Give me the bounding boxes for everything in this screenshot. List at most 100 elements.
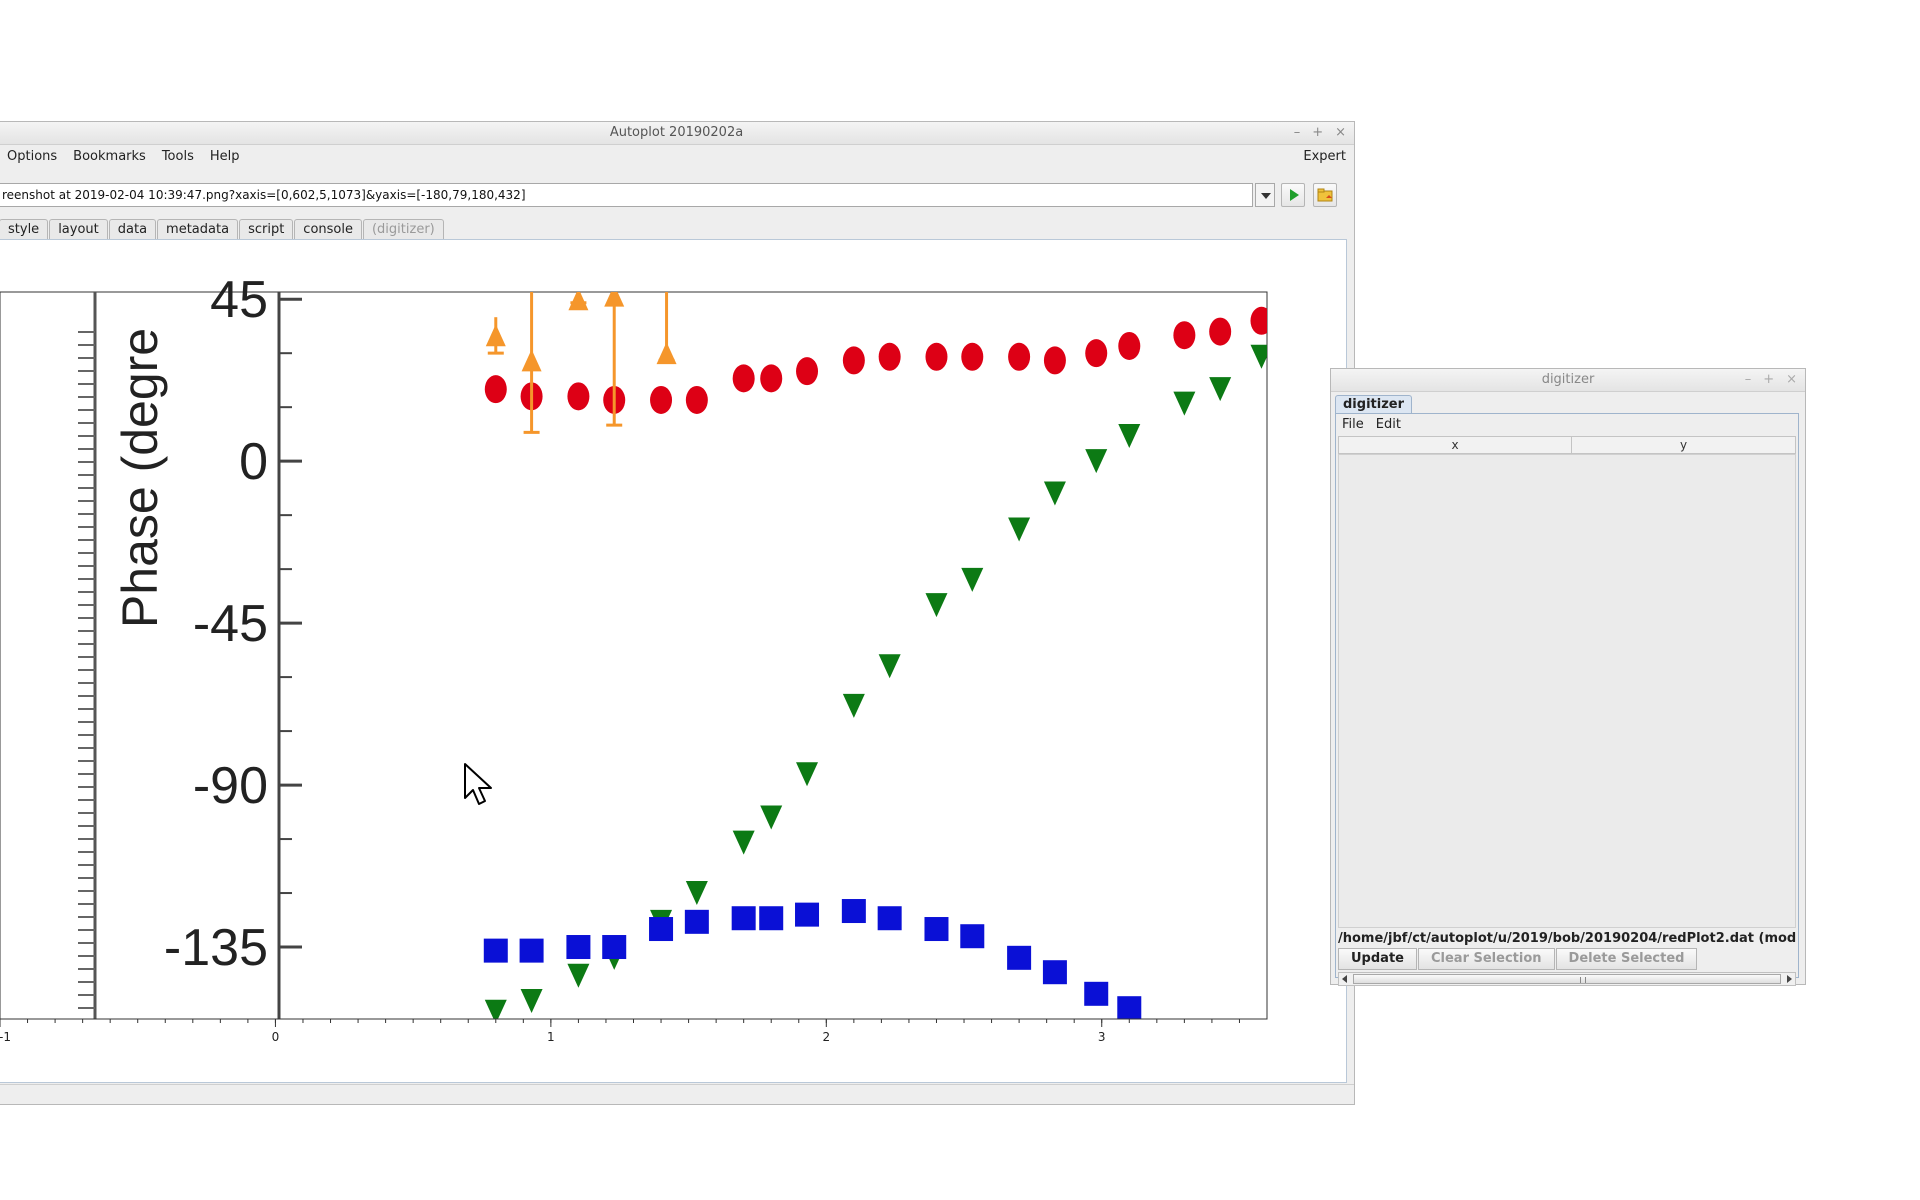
tab-digitizer[interactable]: (digitizer) (362, 219, 444, 239)
data-point (731, 906, 756, 931)
uri-input[interactable] (0, 183, 1253, 207)
minimize-button[interactable]: – (1294, 122, 1301, 144)
points-table[interactable] (1338, 454, 1796, 928)
table-header: x y (1338, 436, 1796, 454)
digitizer-menu-bar: File Edit (1336, 414, 1798, 434)
data-point (760, 364, 783, 393)
plot-frame (0, 291, 1268, 1020)
data-point (759, 906, 784, 931)
data-point (684, 909, 709, 934)
play-icon (1290, 189, 1299, 201)
data-point (961, 342, 984, 371)
scroll-left-icon[interactable] (1342, 975, 1347, 983)
data-point (841, 899, 866, 924)
data-point (1173, 321, 1196, 350)
data-point (650, 385, 673, 414)
menu-tools[interactable]: Tools (154, 149, 202, 164)
data-point (877, 906, 902, 931)
menu-bar: Options Bookmarks Tools Help Expert (0, 145, 1354, 167)
data-point (1007, 945, 1032, 970)
data-point (924, 917, 949, 942)
plot-panel[interactable]: Phase (degre 45 0 -45 -90 -135 -1 0 1 2 3 (0, 239, 1347, 1083)
x-axis: -1 0 1 2 3 (0, 1018, 1267, 1044)
image-y-tick-label: -45 (193, 595, 268, 653)
column-header-x[interactable]: x (1339, 437, 1572, 453)
data-point (685, 385, 708, 414)
x-tick-label: 1 (547, 1030, 555, 1044)
mouse-pointer-icon (464, 763, 492, 805)
menu-edit[interactable]: Edit (1370, 417, 1407, 432)
digitizer-close-button[interactable]: × (1786, 369, 1797, 391)
digitizer-minimize-button[interactable]: – (1745, 369, 1752, 391)
image-y-tick-label: 45 (210, 271, 268, 329)
data-point (796, 357, 819, 386)
tab-console[interactable]: console (294, 219, 362, 239)
expert-menu[interactable]: Expert (1295, 149, 1354, 164)
data-point (1118, 331, 1141, 360)
delete-selected-button[interactable]: Delete Selected (1555, 948, 1698, 970)
data-point (1085, 339, 1108, 368)
chevron-down-icon[interactable] (1255, 183, 1275, 207)
status-bar (0, 1084, 1354, 1105)
tab-script[interactable]: script (239, 219, 294, 239)
image-y-tick-label: -135 (164, 919, 268, 977)
x-tick-label: 2 (822, 1030, 830, 1044)
data-point (1042, 960, 1067, 985)
data-point (795, 902, 820, 927)
menu-options[interactable]: Options (0, 149, 65, 164)
data-point (649, 917, 674, 942)
menu-help[interactable]: Help (202, 149, 248, 164)
tab-bar: style layout data metadata script consol… (0, 219, 445, 239)
tab-digitizer-panel[interactable]: digitizer (1335, 395, 1412, 414)
clear-selection-button[interactable]: Clear Selection (1417, 948, 1555, 970)
x-tick-label: 0 (272, 1030, 280, 1044)
digitizer-title: digitizer (1541, 372, 1595, 387)
menu-bookmarks[interactable]: Bookmarks (65, 149, 154, 164)
data-point (484, 375, 507, 404)
horizontal-scrollbar[interactable] (1338, 972, 1796, 986)
browse-button[interactable] (1313, 183, 1337, 207)
data-point (483, 938, 508, 963)
column-header-y[interactable]: y (1572, 437, 1795, 453)
menu-file[interactable]: File (1336, 417, 1370, 432)
data-point (567, 382, 590, 411)
update-button[interactable]: Update (1338, 948, 1417, 970)
digitizer-panel: File Edit x y /home/jbf/ct/autoplot/u/20… (1335, 413, 1799, 986)
tab-data[interactable]: data (108, 219, 157, 239)
button-row: Update Clear Selection Delete Selected (1338, 948, 1698, 970)
plot-canvas[interactable]: Phase (degre 45 0 -45 -90 -135 -1 0 1 2 3 (0, 240, 1346, 1082)
x-tick-label: 3 (1098, 1030, 1106, 1044)
data-point (602, 935, 627, 960)
data-point (960, 924, 985, 949)
close-button[interactable]: × (1335, 122, 1346, 144)
file-path-label: /home/jbf/ct/autoplot/u/2019/bob/2019020… (1338, 931, 1796, 946)
x-tick-label: -1 (0, 1030, 11, 1044)
uri-row (0, 183, 1354, 209)
image-y-tick-label: 0 (239, 433, 268, 491)
go-button[interactable] (1281, 183, 1305, 207)
data-point (842, 346, 865, 375)
maximize-button[interactable]: + (1312, 122, 1323, 144)
data-point (1008, 342, 1031, 371)
data-point (519, 938, 544, 963)
data-point (566, 935, 591, 960)
digitizer-window: digitizer – + × digitizer File Edit x y … (1330, 368, 1806, 986)
autoplot-window: Autoplot 20190202a – + × Options Bookmar… (0, 121, 1355, 1105)
tab-style[interactable]: style (0, 219, 49, 239)
data-point (1043, 346, 1066, 375)
data-point (1250, 306, 1267, 335)
image-y-label: Phase (degre (112, 328, 168, 628)
scroll-right-icon[interactable] (1787, 975, 1792, 983)
data-point (878, 342, 901, 371)
title-bar[interactable]: Autoplot 20190202a – + × (0, 122, 1354, 145)
image-y-tick-label: -90 (193, 757, 268, 815)
data-point (925, 342, 948, 371)
data-point (1084, 981, 1109, 1006)
data-point (1117, 996, 1142, 1019)
window-title: Autoplot 20190202a (609, 125, 744, 140)
tab-layout[interactable]: layout (49, 219, 108, 239)
digitizer-title-bar[interactable]: digitizer – + × (1331, 369, 1805, 392)
tab-metadata[interactable]: metadata (157, 219, 239, 239)
digitizer-maximize-button[interactable]: + (1763, 369, 1774, 391)
scroll-thumb[interactable] (1353, 974, 1781, 984)
